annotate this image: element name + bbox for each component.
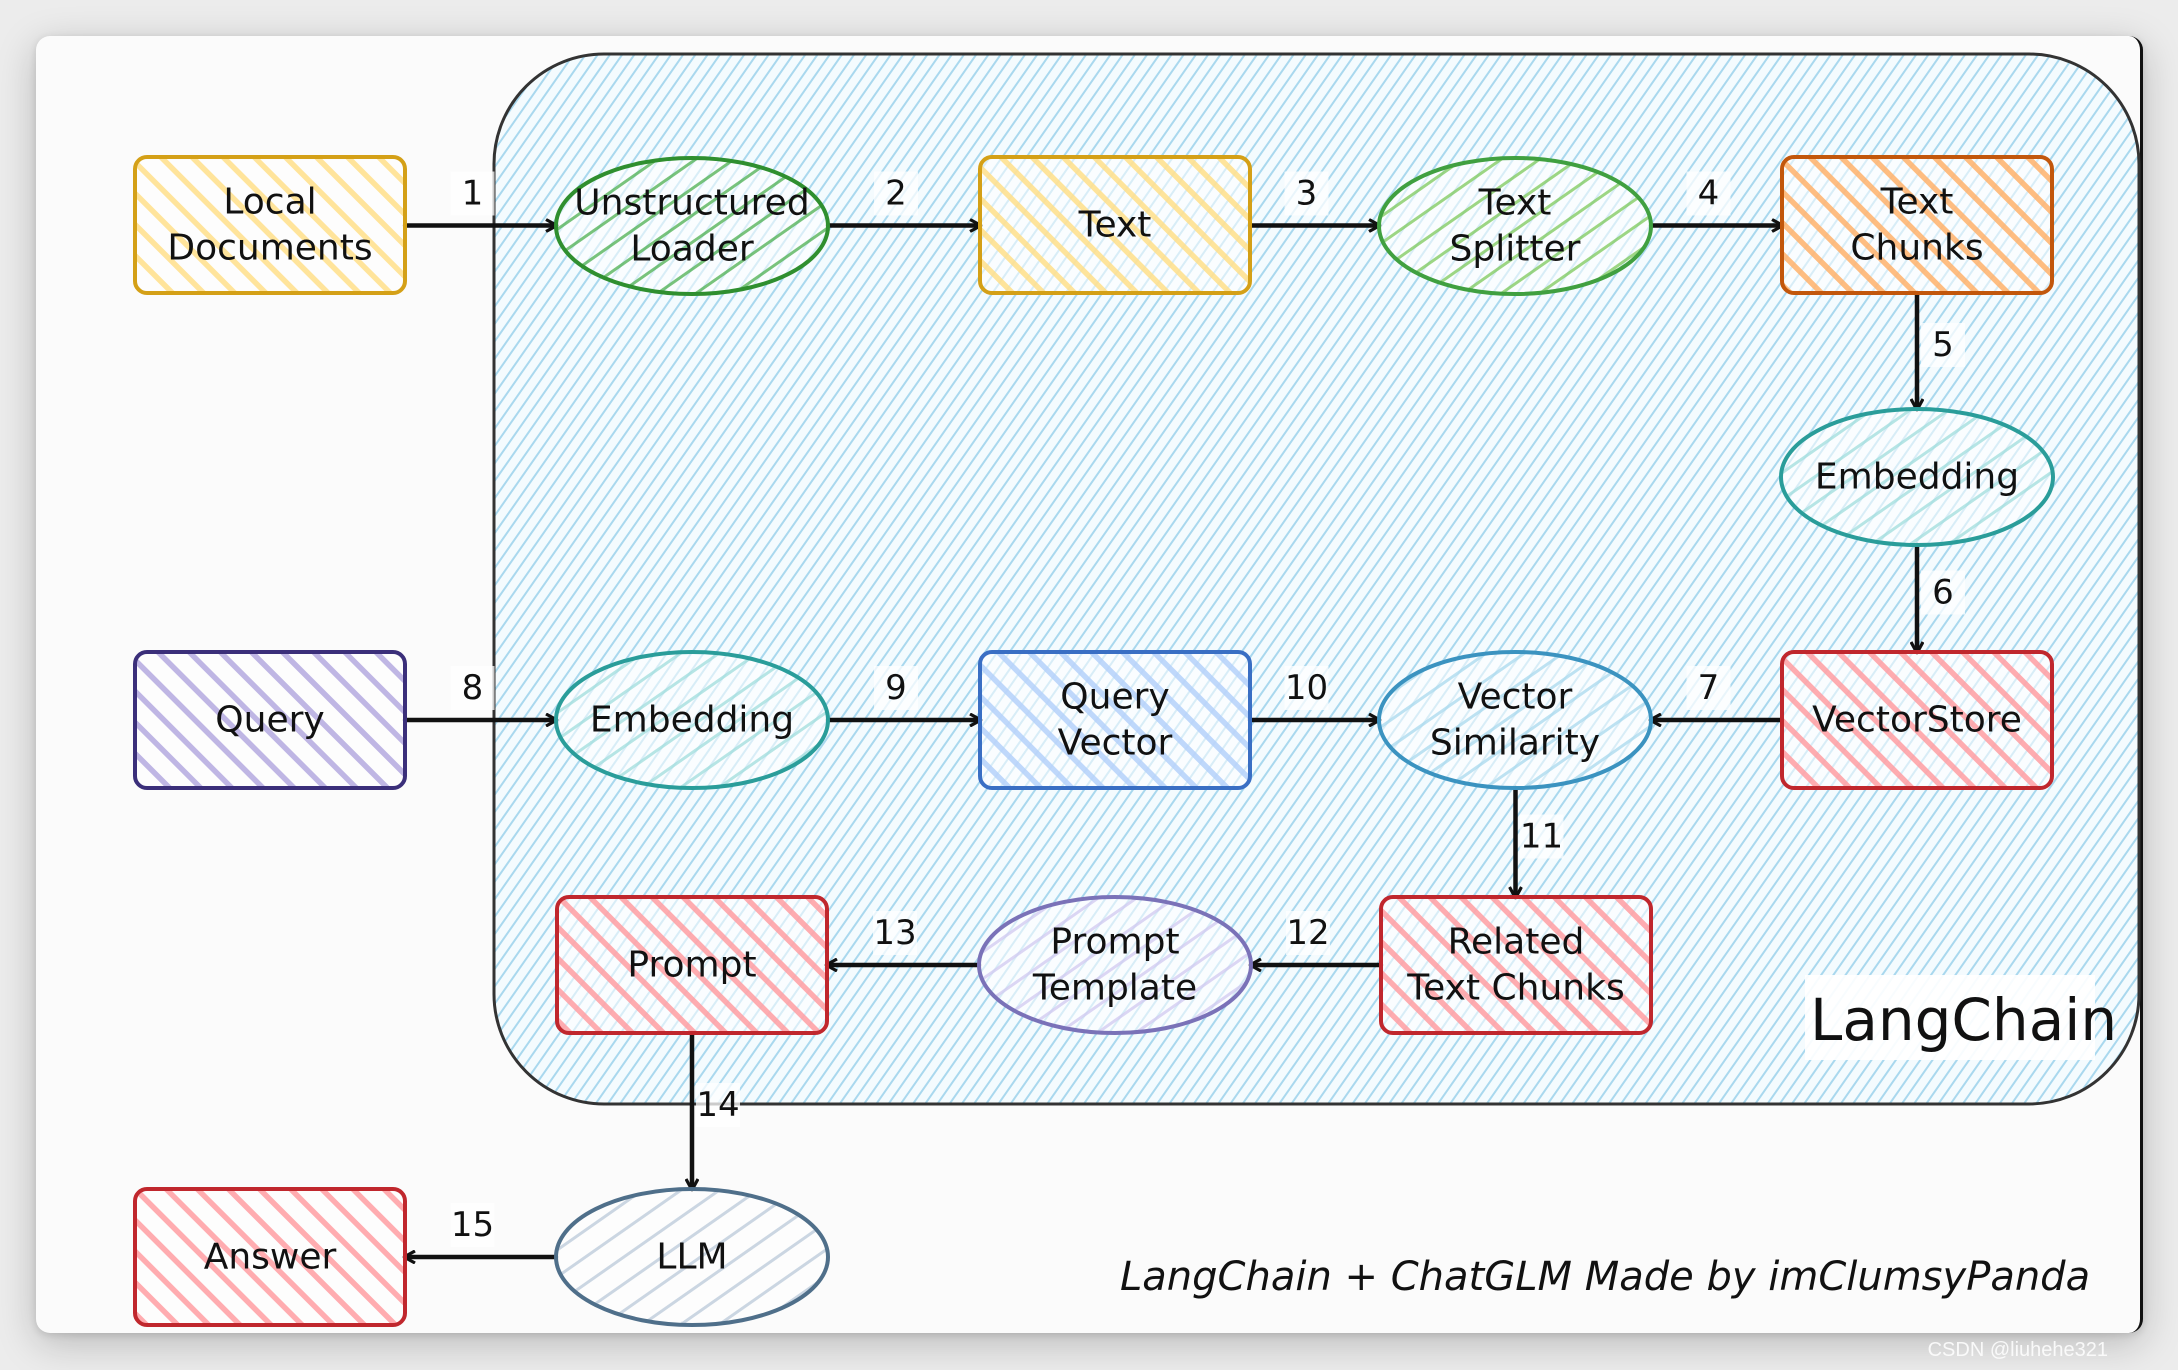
node-answer: Answer	[133, 1187, 407, 1327]
node-embedding-query: Embedding	[554, 650, 830, 790]
node-label: Query	[215, 700, 324, 741]
edge-step-label: 2	[885, 174, 907, 214]
node-box	[1379, 895, 1653, 1035]
node-text-chunks: Text Chunks	[1780, 155, 2054, 295]
node-label: Unstructured	[574, 183, 809, 224]
edge-step-label: 9	[885, 668, 907, 708]
node-text: Text	[978, 155, 1252, 295]
edge-step-label: 5	[1932, 325, 1954, 365]
edge-step-label: 11	[1520, 817, 1563, 857]
node-related-text-chunks: Related Text Chunks	[1379, 895, 1653, 1035]
rag-pipeline-diagram: 1 2 3 45678 9 101112131415 LocalDocumentsUnst…	[133, 52, 2141, 1327]
node-label: VectorStore	[1812, 700, 2022, 741]
node-label: Text Chunks	[1406, 968, 1624, 1009]
node-llm: LLM	[554, 1187, 830, 1327]
node-label: Query	[1060, 677, 1169, 718]
node-label: Similarity	[1430, 723, 1600, 764]
watermark: CSDN @liuhehe321	[1927, 1339, 2108, 1361]
node-local-documents: Local Documents	[133, 155, 407, 295]
node-box	[978, 650, 1252, 790]
node-label: Text	[1078, 205, 1152, 246]
node-label: LLM	[656, 1237, 727, 1278]
node-vectorstore: VectorStore	[1780, 650, 2054, 790]
node-label: Vector	[1458, 677, 1573, 718]
edge-step-label: 15	[451, 1205, 494, 1245]
node-ellipse	[554, 156, 830, 296]
edge-step-label: 1	[462, 174, 484, 214]
node-label: Text	[1880, 182, 1954, 223]
edge-step-label: 4	[1698, 174, 1720, 214]
node-label: Prompt	[627, 945, 756, 986]
frame-title: LangChain	[1810, 986, 2117, 1054]
node-ellipse	[1377, 650, 1653, 790]
edge-step-label: 3	[1296, 174, 1318, 214]
node-query: Query	[133, 650, 407, 790]
node-label: Text	[1478, 183, 1552, 224]
node-label: Splitter	[1450, 229, 1581, 270]
edge-step-label: 6	[1932, 573, 1954, 613]
node-label: Vector	[1058, 723, 1173, 764]
node-prompt: Prompt	[555, 895, 829, 1035]
node-embedding-docs: Embedding	[1779, 407, 2055, 547]
node-label: Local	[223, 182, 316, 223]
credit-text: LangChain + ChatGLM Made by imClumsyPand…	[1120, 1254, 2090, 1300]
stage: 1 2 3 4 5 6 7 8 9 10 11 12 13 14 15 Local Documents Unst…	[0, 0, 2178, 1370]
node-label: Chunks	[1850, 228, 1983, 269]
node-label: Prompt	[1050, 922, 1179, 963]
edge-step-label: 7	[1698, 668, 1720, 708]
node-box	[133, 155, 407, 295]
edge-step-15: 15	[405, 1203, 559, 1257]
node-label: Related	[1448, 922, 1585, 963]
node-ellipse	[977, 895, 1253, 1035]
node-vector-similarity: Vector Similarity	[1377, 650, 1653, 790]
edge-step-label: 13	[873, 913, 916, 953]
node-prompt-template: Prompt Template	[977, 895, 1253, 1035]
node-label: Loader	[630, 229, 754, 270]
node-label: Answer	[204, 1237, 337, 1278]
node-text-splitter: Text Splitter	[1377, 156, 1653, 296]
edge-step-label: 14	[696, 1085, 739, 1125]
node-unstructured-loader: Unstructured Loader	[554, 156, 830, 296]
node-label: Template	[1032, 968, 1197, 1009]
node-label: Documents	[167, 228, 372, 269]
node-label: Embedding	[590, 700, 794, 741]
edge-step-label: 12	[1286, 913, 1329, 953]
edge-step-label: 8	[462, 668, 484, 708]
edge-step-label: 10	[1285, 668, 1328, 708]
node-query-vector: Query Vector	[978, 650, 1252, 790]
node-box	[1780, 155, 2054, 295]
node-label: Embedding	[1815, 457, 2019, 498]
node-ellipse	[1377, 156, 1653, 296]
